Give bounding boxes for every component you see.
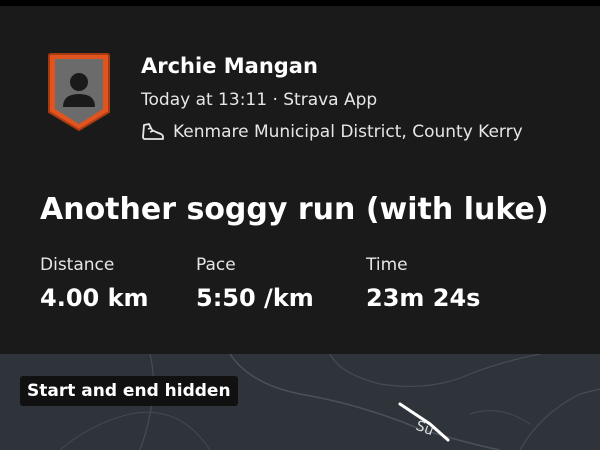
stat-time: Time 23m 24s (366, 254, 480, 312)
running-shoe-icon (141, 122, 165, 142)
person-icon (48, 53, 110, 132)
location-text: Kenmare Municipal District, County Kerry (173, 122, 523, 142)
stat-pace-label: Pace (196, 255, 236, 275)
athlete-name[interactable]: Archie Mangan (141, 54, 318, 78)
activity-location: Kenmare Municipal District, County Kerry (141, 122, 523, 142)
stat-distance-label: Distance (40, 255, 115, 275)
activity-screen: Archie Mangan Today at 13:11 · Strava Ap… (0, 0, 600, 450)
activity-meta: Today at 13:11 · Strava App (141, 90, 378, 110)
stat-distance-value: 4.00 km (40, 284, 149, 312)
activity-title[interactable]: Another soggy run (with luke) (40, 192, 549, 227)
stat-distance: Distance 4.00 km (40, 254, 149, 312)
avatar[interactable] (47, 52, 111, 132)
activity-card[interactable]: Archie Mangan Today at 13:11 · Strava Ap… (0, 6, 600, 354)
stat-time-value: 23m 24s (366, 284, 481, 312)
start-end-hidden-badge: Start and end hidden (20, 376, 238, 406)
stat-time-label: Time (366, 255, 408, 275)
stat-pace: Pace 5:50 /km (196, 254, 314, 312)
stat-pace-value: 5:50 /km (196, 284, 314, 312)
